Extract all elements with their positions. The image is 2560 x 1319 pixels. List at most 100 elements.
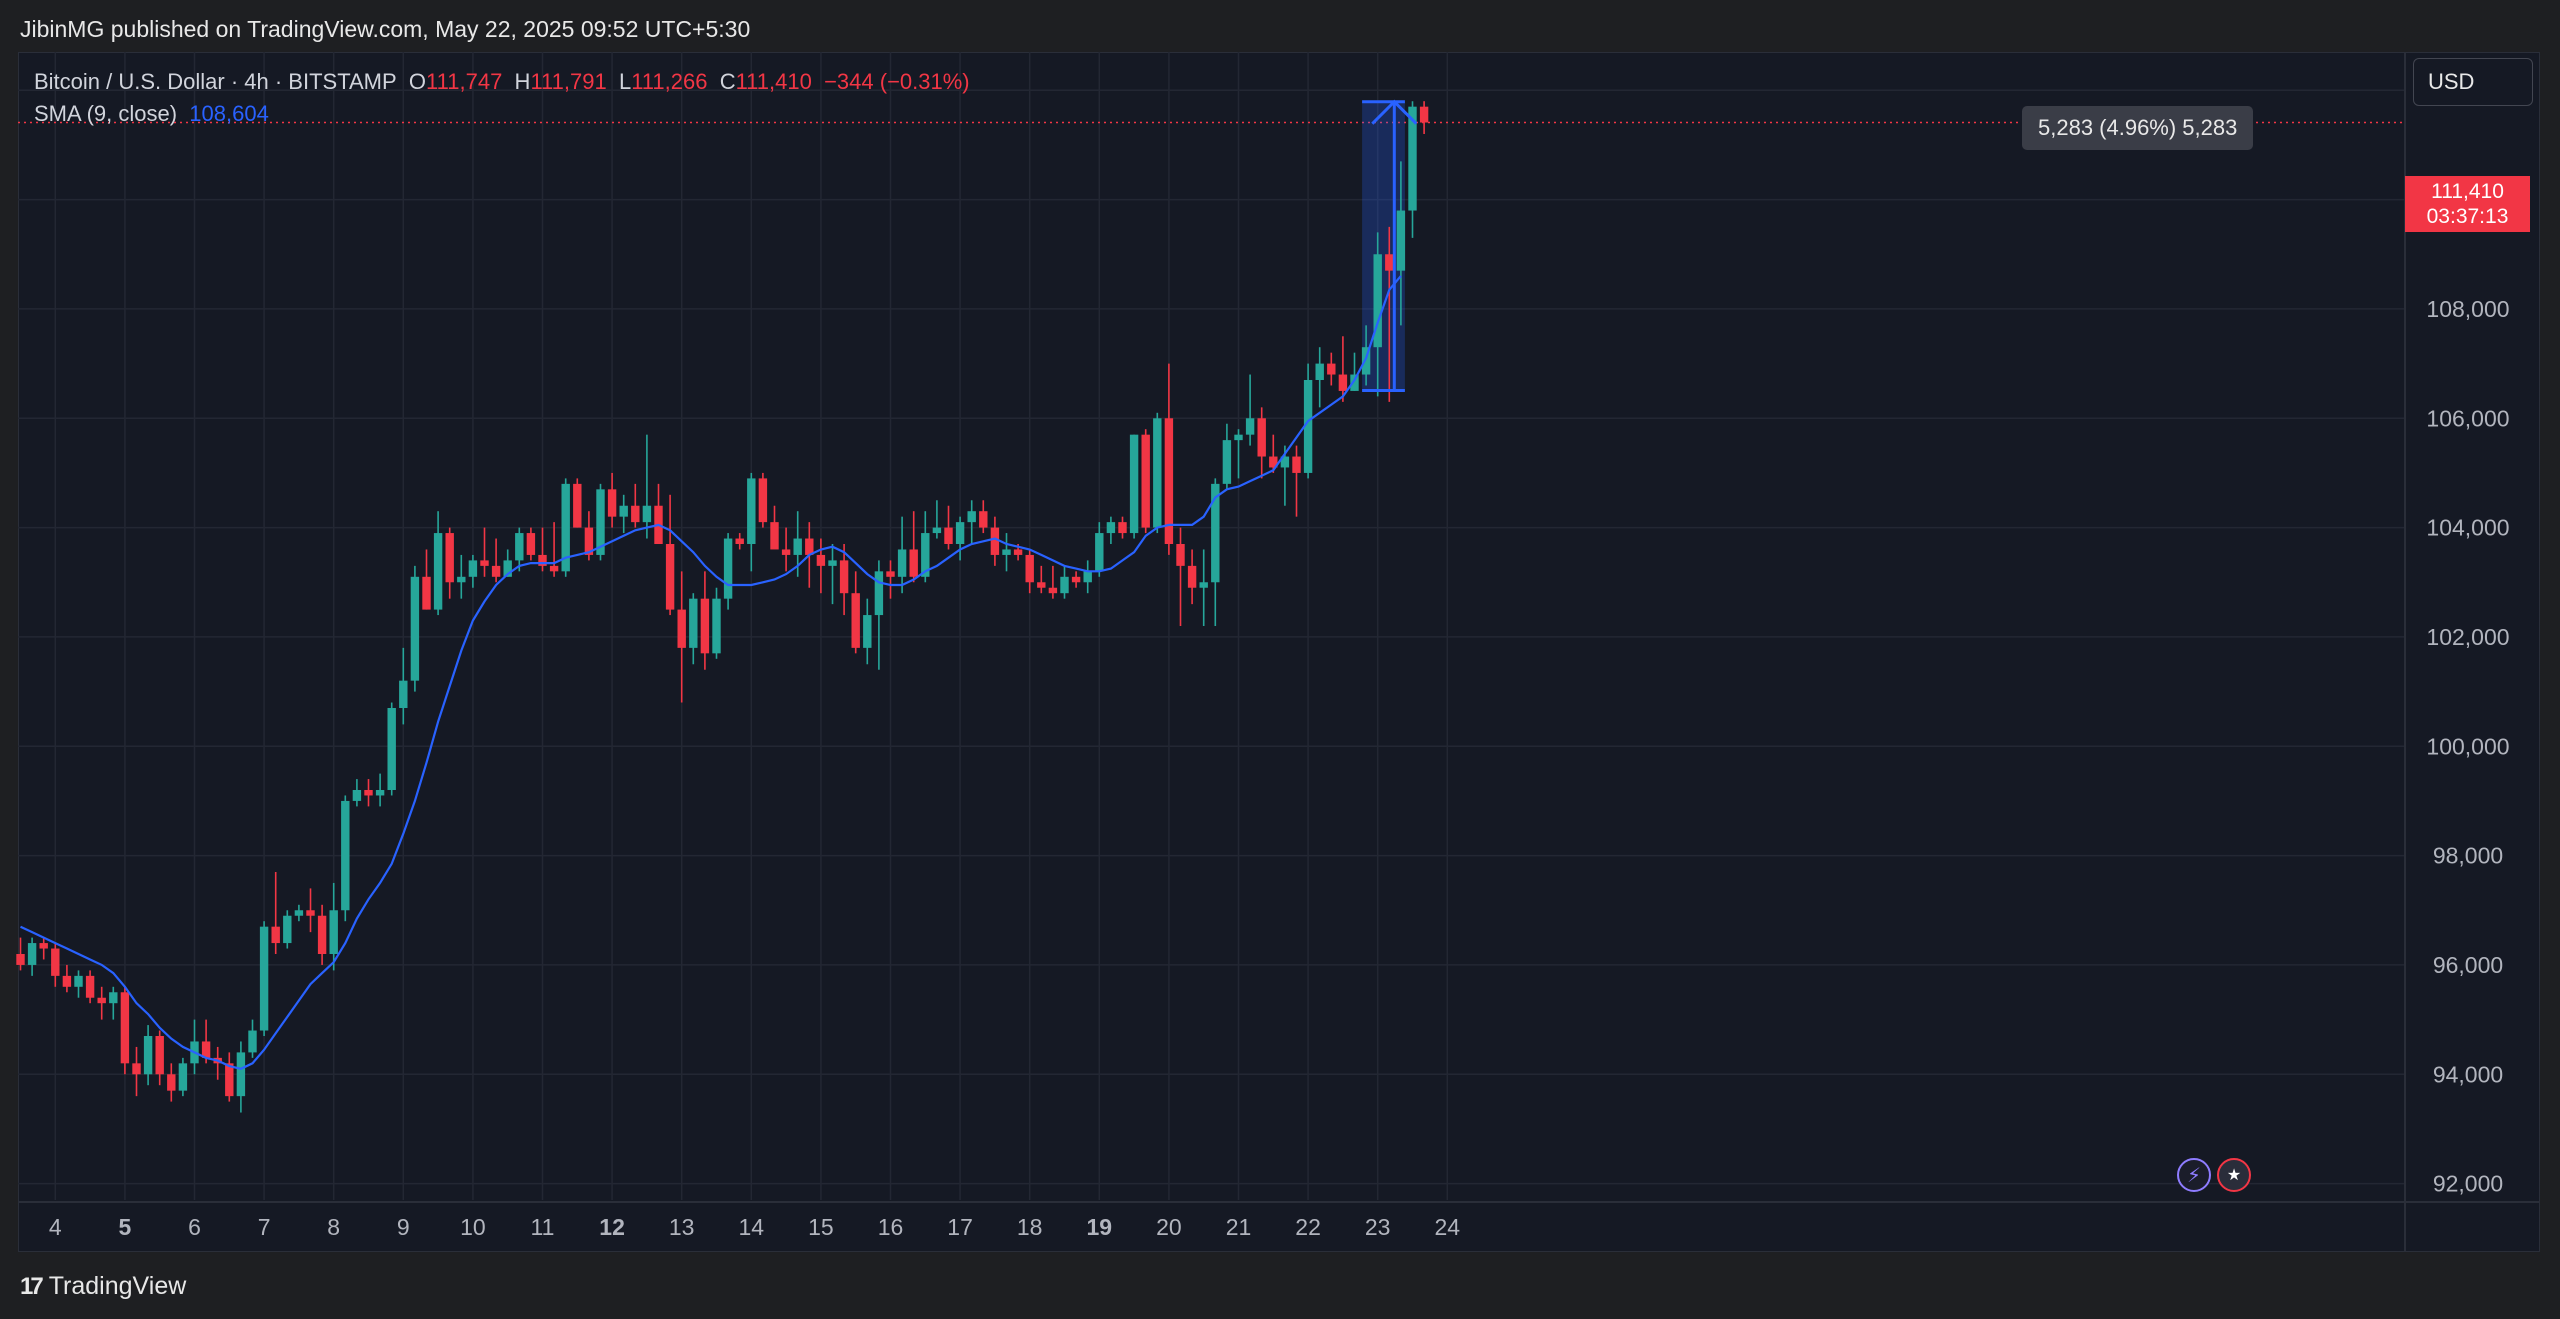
last-price-tag: 111,410 03:37:13 bbox=[2405, 176, 2530, 232]
candle-down bbox=[758, 478, 768, 523]
candle-down bbox=[839, 560, 849, 594]
tradingview-logo-icon: 17 bbox=[20, 1272, 44, 1300]
candle-up bbox=[1396, 210, 1406, 271]
time-tick-label: 21 bbox=[1226, 1214, 1252, 1240]
time-tick-label: 15 bbox=[808, 1214, 834, 1240]
high-label: H bbox=[514, 69, 531, 94]
candle-down bbox=[1292, 456, 1301, 473]
candle-up bbox=[1095, 533, 1104, 572]
brand-name: TradingView bbox=[48, 1272, 187, 1300]
candle-up bbox=[689, 598, 698, 648]
candle-down bbox=[886, 571, 895, 577]
candle-down bbox=[549, 565, 559, 572]
candle-down bbox=[990, 527, 1000, 555]
candle-down bbox=[97, 997, 106, 1004]
candle-down bbox=[364, 790, 373, 796]
candle-down bbox=[39, 943, 48, 949]
price-tick-label: 106,000 bbox=[2426, 405, 2509, 431]
candle-down bbox=[607, 489, 617, 517]
candle-up bbox=[874, 571, 884, 616]
us-flag-icon[interactable]: ★ bbox=[2217, 1158, 2251, 1192]
candle-down bbox=[16, 954, 25, 965]
candle-up bbox=[967, 511, 976, 523]
close-value: 111,410 bbox=[735, 69, 812, 94]
price-tick-label: 98,000 bbox=[2433, 843, 2503, 869]
chart-legend: Bitcoin / U.S. Dollar · 4h · BITSTAMP O1… bbox=[34, 66, 970, 130]
price-tick-label: 94,000 bbox=[2433, 1061, 2503, 1087]
candle-down bbox=[700, 598, 710, 654]
candle-up bbox=[352, 790, 362, 801]
candle-up bbox=[642, 505, 652, 523]
open-value: 111,747 bbox=[426, 69, 503, 94]
candle-down bbox=[1141, 434, 1150, 528]
candle-up bbox=[329, 910, 338, 954]
low-value: 111,266 bbox=[631, 69, 708, 94]
last-price-value: 111,410 bbox=[2431, 180, 2504, 203]
candle-down bbox=[306, 910, 315, 916]
candle-up bbox=[897, 549, 907, 577]
candle-down bbox=[1385, 254, 1394, 271]
candle-up bbox=[1060, 576, 1069, 594]
candle-up bbox=[259, 926, 269, 1031]
time-tick-label: 10 bbox=[460, 1214, 486, 1240]
candle-down bbox=[677, 609, 686, 648]
candle-down bbox=[1037, 582, 1046, 588]
time-tick-label: 13 bbox=[669, 1214, 695, 1240]
tradingview-logo[interactable]: 17 TradingView bbox=[20, 1272, 186, 1301]
candle-up bbox=[955, 522, 965, 544]
price-tick-label: 102,000 bbox=[2426, 624, 2509, 650]
candle-down bbox=[51, 948, 60, 976]
candle-up bbox=[1106, 522, 1116, 534]
time-tick-label: 12 bbox=[599, 1214, 625, 1240]
time-tick-label: 22 bbox=[1295, 1214, 1321, 1240]
time-tick-label: 5 bbox=[119, 1214, 132, 1240]
time-tick-label: 19 bbox=[1087, 1214, 1113, 1240]
ohlc-row: Bitcoin / U.S. Dollar · 4h · BITSTAMP O1… bbox=[34, 66, 970, 98]
time-tick-label: 7 bbox=[258, 1214, 271, 1240]
time-tick-label: 17 bbox=[947, 1214, 973, 1240]
candle-up bbox=[1222, 440, 1232, 484]
candle-down bbox=[573, 483, 582, 528]
candle-up bbox=[1234, 434, 1243, 441]
change-value: −344 (−0.31%) bbox=[824, 69, 970, 94]
candle-down bbox=[979, 511, 988, 528]
candle-down bbox=[167, 1074, 176, 1091]
currency-button[interactable]: USD bbox=[2413, 58, 2533, 106]
sma-label[interactable]: SMA (9, close) bbox=[34, 101, 177, 126]
candle-down bbox=[85, 975, 95, 998]
price-tick-label: 92,000 bbox=[2433, 1171, 2503, 1197]
candle-down bbox=[1257, 418, 1266, 457]
price-tick-label: 96,000 bbox=[2433, 952, 2503, 978]
candle-down bbox=[944, 527, 953, 544]
candle-down bbox=[62, 975, 72, 987]
time-tick-label: 18 bbox=[1017, 1214, 1043, 1240]
candle-down bbox=[225, 1063, 234, 1097]
candle-down bbox=[816, 554, 826, 566]
candle-down bbox=[1327, 363, 1336, 375]
candle-down bbox=[909, 549, 918, 577]
symbol-label[interactable]: Bitcoin / U.S. Dollar · 4h · BITSTAMP bbox=[34, 69, 397, 94]
low-label: L bbox=[618, 69, 632, 94]
time-tick-label: 24 bbox=[1435, 1214, 1461, 1240]
candle-up bbox=[1199, 582, 1208, 588]
candle-down bbox=[1176, 544, 1185, 566]
candle-down bbox=[1025, 554, 1034, 583]
candle-up bbox=[1245, 418, 1255, 435]
event-markers: ⚡ ★ bbox=[2177, 1158, 2251, 1192]
candle-up bbox=[109, 992, 118, 1004]
chart-grid bbox=[18, 52, 2404, 1200]
candle-up bbox=[1153, 418, 1162, 528]
lightning-icon[interactable]: ⚡ bbox=[2177, 1158, 2211, 1192]
candle-up bbox=[723, 538, 733, 599]
close-label: C bbox=[719, 69, 736, 94]
time-tick-label: 4 bbox=[49, 1214, 62, 1240]
candle-down bbox=[271, 926, 280, 944]
candle-up bbox=[932, 527, 942, 534]
sma-row: SMA (9, close) 108,604 bbox=[34, 98, 970, 130]
candle-up bbox=[399, 680, 408, 708]
price-tick-label: 108,000 bbox=[2426, 296, 2509, 322]
candle-up bbox=[27, 943, 37, 965]
price-chart[interactable]: 92,000 94,000 96,000 98,000 100,000 102,000 10… bbox=[0, 0, 2560, 1319]
candle-down bbox=[665, 544, 675, 610]
candle-down bbox=[1013, 549, 1023, 555]
